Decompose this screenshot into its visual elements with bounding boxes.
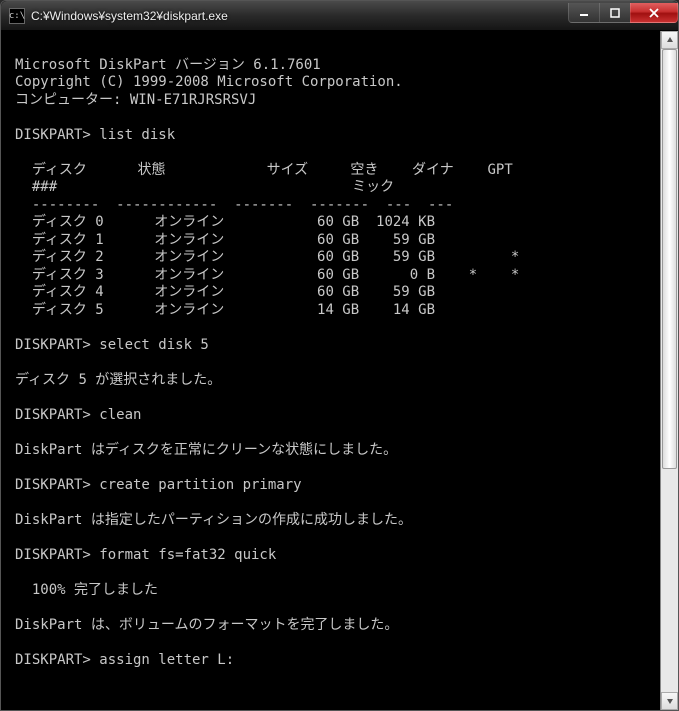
vertical-scrollbar[interactable] [660,31,678,710]
chevron-up-icon [666,36,674,44]
minimize-button[interactable] [568,3,600,23]
minimize-icon [579,8,589,18]
chevron-down-icon [666,697,674,705]
scrollbar-thumb[interactable] [662,49,677,469]
titlebar[interactable]: c:\ C:¥Windows¥system32¥diskpart.exe [1,1,678,31]
console-output[interactable]: Microsoft DiskPart バージョン 6.1.7601 Copyri… [1,31,660,710]
scroll-up-button[interactable] [661,31,678,49]
close-icon [648,8,660,18]
scrollbar-track[interactable] [661,49,678,692]
window-title: C:¥Windows¥system32¥diskpart.exe [31,9,569,23]
maximize-icon [610,8,620,18]
close-button[interactable] [630,3,678,23]
scroll-down-button[interactable] [661,692,678,710]
maximize-button[interactable] [599,3,631,23]
window-buttons [569,3,678,23]
client-area: Microsoft DiskPart バージョン 6.1.7601 Copyri… [1,31,678,710]
command-prompt-window: c:\ C:¥Windows¥system32¥diskpart.exe Mic… [0,0,679,711]
app-icon: c:\ [9,8,25,24]
